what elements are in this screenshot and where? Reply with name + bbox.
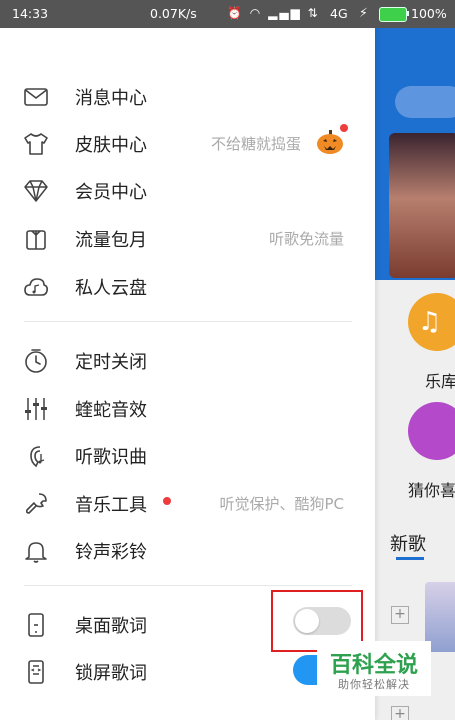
side-drawer: 消息中心 皮肤中心 不给糖就捣蛋 会员中心 流量包月 听歌免流量 私人云盘 定时… [0, 0, 375, 720]
tab-underline [396, 557, 424, 560]
battery-tip [407, 11, 409, 16]
add-icon[interactable]: + [391, 606, 409, 624]
menu-label: 会员中心 [75, 182, 147, 203]
menu-label: 流量包月 [75, 230, 147, 251]
banner-image[interactable] [389, 133, 455, 278]
search-bar[interactable] [395, 86, 455, 118]
menu-item-vip[interactable]: 会员中心 [0, 165, 375, 213]
watermark-subtitle: 助你轻松解决 [338, 678, 410, 691]
watermark-title: 百科全说 [329, 653, 418, 678]
status-net-speed: 0.07K/s [150, 6, 197, 21]
menu-hint: 不给糖就捣蛋 [210, 135, 301, 153]
add-icon[interactable]: + [391, 706, 409, 720]
diamond-icon [22, 177, 50, 205]
tools-badge-dot [163, 497, 171, 505]
menu-label: 桌面歌词 [75, 616, 147, 637]
status-time: 14:33 [12, 6, 49, 21]
wifi-icon: ◠ [249, 6, 263, 20]
menu-item-messages[interactable]: 消息中心 [0, 71, 375, 119]
alarm-icon: ⏰ [227, 6, 244, 20]
timer-icon [22, 347, 50, 375]
menu-label: 铃声彩铃 [75, 542, 147, 563]
wrench-icon [22, 490, 50, 518]
status-icons: ⏰ ◠ ▂▄▆ ⇅ [227, 6, 320, 20]
charging-icon: ⚡ [359, 5, 368, 20]
lockscreen-lyrics-icon [22, 658, 50, 686]
battery-icon [379, 7, 407, 22]
status-bar: 14:33 0.07K/s ⏰ ◠ ▂▄▆ ⇅ 4G ⚡ 100% [0, 0, 455, 28]
menu-item-ringtones[interactable]: 铃声彩铃 [0, 525, 375, 573]
equalizer-icon [22, 395, 50, 423]
watermark-logo: 百科全说 助你轻松解决 [317, 641, 431, 696]
desktop-lyrics-icon [22, 611, 50, 639]
gift-icon [22, 225, 50, 253]
mic-music-icon [22, 442, 50, 470]
pumpkin-icon [316, 130, 344, 154]
toggle-knob [295, 609, 319, 633]
tshirt-icon [22, 130, 50, 158]
menu-divider [24, 321, 352, 322]
signal-icon: ▂▄▆ [268, 6, 302, 20]
status-battery: 100% [411, 6, 447, 21]
menu-item-song-recognition[interactable]: 听歌识曲 [0, 430, 375, 478]
signal-icon: ⇅ [307, 6, 320, 20]
menu-label: 听歌识曲 [75, 447, 147, 468]
music-library-label: 乐库 [425, 372, 455, 391]
menu-label: 皮肤中心 [75, 135, 147, 156]
menu-label: 定时关闭 [75, 352, 147, 373]
menu-item-sound-effects[interactable]: 蝰蛇音效 [0, 383, 375, 431]
desktop-lyrics-toggle[interactable] [293, 607, 351, 635]
menu-label: 蝰蛇音效 [75, 400, 147, 421]
menu-divider [24, 585, 352, 586]
menu-item-cloud[interactable]: 私人云盘 [0, 261, 375, 309]
status-network: 4G [330, 6, 348, 21]
menu-label: 锁屏歌词 [75, 663, 147, 684]
menu-label: 私人云盘 [75, 278, 147, 299]
bell-icon [22, 537, 50, 565]
mail-icon [22, 83, 50, 111]
new-songs-title: 新歌 [390, 534, 426, 555]
guess-label: 猜你喜 [408, 481, 455, 500]
menu-label: 音乐工具 [75, 495, 147, 516]
menu-item-data-plan[interactable]: 流量包月 听歌免流量 [0, 213, 375, 261]
skin-badge-dot [340, 124, 348, 132]
menu-item-music-tools[interactable]: 音乐工具 听觉保护、酷狗PC [0, 478, 375, 526]
menu-item-sleep-timer[interactable]: 定时关闭 [0, 335, 375, 383]
menu-hint: 听觉保护、酷狗PC [219, 495, 344, 513]
menu-hint: 听歌免流量 [268, 230, 344, 248]
cloud-music-icon [22, 273, 50, 301]
menu-label: 消息中心 [75, 88, 147, 109]
